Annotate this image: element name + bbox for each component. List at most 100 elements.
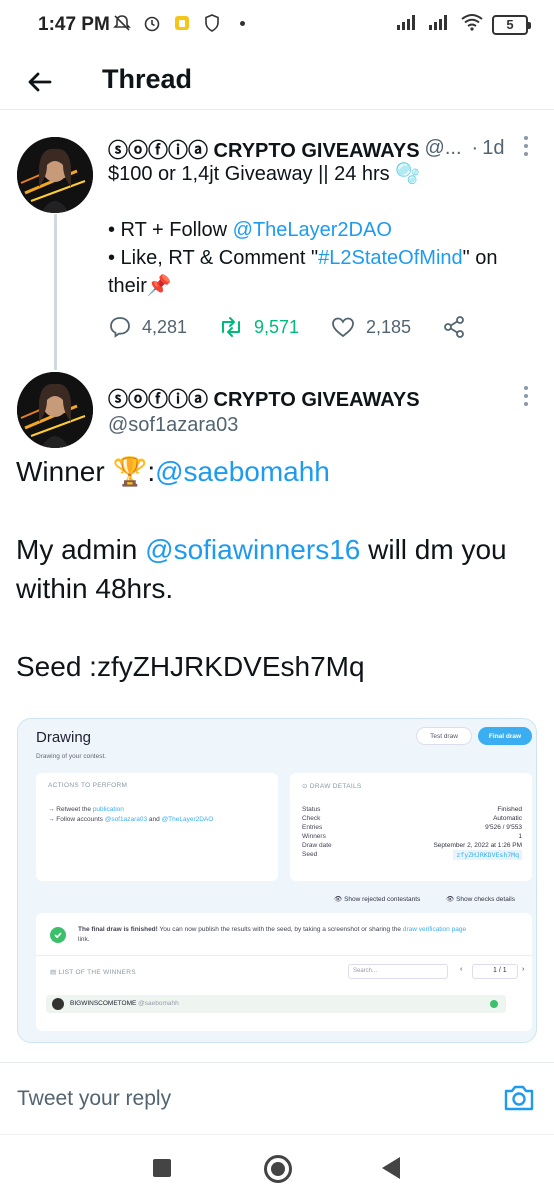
detail-value: 9'526 / 9'553 — [485, 824, 522, 831]
winner-handle: @saebomahh — [138, 1000, 179, 1007]
admin-text: My admin — [16, 534, 146, 565]
hashtag-link[interactable]: #L2StateOfMind — [318, 247, 463, 269]
show-rejected-label: Show rejected contestants — [344, 896, 421, 903]
action2-link1: @sof1azara03 — [104, 816, 148, 823]
reply-count: 4,281 — [142, 316, 188, 337]
detail-value: 1 — [518, 833, 522, 840]
admin-mention-link[interactable]: @sofiawinners16 — [145, 534, 360, 565]
draw-details-card: ⊙ DRAW DETAILS Status Finished Check Aut… — [290, 773, 532, 881]
page-count: 1 / 1 — [493, 967, 507, 974]
prev-page-icon: ‹ — [460, 966, 463, 973]
like-count: 2,185 — [366, 316, 412, 337]
reply-bar: Tweet your reply — [0, 1062, 554, 1134]
home-button[interactable] — [264, 1155, 292, 1183]
back-arrow-icon[interactable] — [22, 64, 58, 100]
retweet-button[interactable]: 9,571 — [218, 315, 299, 339]
retweet-count: 9,571 — [254, 316, 300, 337]
winner-row: BIGWINSCOMETOME @saebomahh — [46, 995, 506, 1013]
reply-button[interactable]: 4,281 — [108, 315, 187, 339]
camera-icon[interactable] — [502, 1081, 538, 1117]
action1-link: publication — [92, 806, 124, 813]
tweet1-bullet1: • RT + Follow — [108, 219, 233, 241]
detail-value: September 2, 2022 at 1:26 PM — [433, 842, 522, 849]
more-options-icon[interactable] — [522, 136, 530, 156]
action2-mid: and — [147, 816, 162, 823]
tweet-actions: 4,281 9,571 2,185 — [108, 312, 488, 342]
tweet1-text: $100 or 1,4jt Giveaway || 24 hrs 🫧 • RT … — [108, 160, 538, 300]
tweet1-header: ⓢⓞⓕⓘⓐ CRYPTO GIVEAWAYS @... · 1d — [108, 134, 538, 163]
detail-key: Seed — [302, 851, 318, 858]
seed-value: zfyZHJRKDVEsh7Mq — [453, 850, 522, 860]
reply-input[interactable]: Tweet your reply — [17, 1087, 171, 1111]
details-header-label: DRAW DETAILS — [309, 783, 362, 790]
more-notifications-dot — [240, 20, 245, 26]
tweet2-text: Winner 🏆:@saebomahh My admin @sofiawinne… — [16, 452, 536, 686]
drawing-subtitle: Drawing of your contest. — [36, 753, 107, 760]
status-time: 1:47 PM — [38, 14, 110, 35]
detail-key: Status — [302, 806, 321, 813]
check-circle-icon — [50, 927, 66, 943]
tweet1-bullet2-suffix: " on — [462, 247, 498, 269]
winner-avatar — [52, 998, 64, 1010]
final-msg: You can now publish the results with the… — [157, 926, 403, 933]
attached-image[interactable]: Drawing Drawing of your contest. Test dr… — [17, 718, 537, 1043]
recent-apps-button[interactable] — [153, 1159, 171, 1177]
share-button[interactable] — [442, 315, 466, 339]
actions-card: ACTIONS TO PERFORM → Retweet the publica… — [36, 773, 278, 881]
show-rejected-option: 👁 Show rejected contestants — [334, 896, 421, 903]
winner-mention-link[interactable]: @saebomahh — [155, 456, 330, 487]
divider — [36, 955, 532, 956]
battery-icon: 5 — [492, 14, 531, 35]
mute-icon — [112, 13, 132, 33]
thread-header: Thread — [0, 52, 554, 110]
tweet1-line1: $100 or 1,4jt Giveaway || 24 hrs 🫧 — [108, 163, 421, 185]
final-msg-end: link. — [78, 936, 90, 943]
final-draw-button: Final draw — [478, 727, 532, 745]
status-bar: 1:47 PM 5 — [0, 0, 554, 52]
detail-key: Entries — [302, 824, 323, 831]
retweet-icon — [222, 317, 240, 337]
page-indicator: 1 / 1 — [472, 964, 518, 979]
wifi-icon — [460, 13, 484, 36]
test-draw-button: Test draw — [416, 727, 472, 745]
shield-icon — [202, 13, 222, 33]
show-checks-option: 👁 Show checks details — [446, 896, 515, 903]
share-icon — [444, 316, 464, 338]
heart-icon — [332, 317, 354, 338]
page-title: Thread — [102, 64, 193, 94]
signal-icon — [396, 13, 420, 36]
mention-link[interactable]: @TheLayer2DAO — [233, 219, 392, 241]
winner-name: BIGWINSCOMETOME — [70, 1000, 137, 1007]
detail-key: Draw date — [302, 842, 332, 849]
winners-header: ▤ LIST OF THE WINNERS — [50, 969, 136, 976]
winners-header-label: LIST OF THE WINNERS — [58, 969, 136, 976]
tweet1-bullet2: • Like, RT & Comment " — [108, 247, 319, 269]
tweet-time[interactable]: 1d — [482, 137, 504, 160]
author-name[interactable]: ⓢⓞⓕⓘⓐ CRYPTO GIVEAWAYS — [108, 134, 420, 163]
author-handle[interactable]: @sof1azara03 — [108, 414, 238, 437]
detail-value: Finished — [497, 806, 522, 813]
action2-text: → Follow accounts — [48, 816, 105, 823]
like-button[interactable]: 2,185 — [330, 315, 411, 339]
tweet1-line-last: their📌 — [108, 275, 172, 297]
system-back-button[interactable] — [382, 1157, 400, 1179]
detail-value: Automatic — [493, 815, 522, 822]
avatar[interactable] — [17, 372, 93, 448]
actions-header: ACTIONS TO PERFORM — [48, 782, 128, 789]
reply-icon — [110, 317, 130, 338]
alarm-icon — [142, 13, 162, 33]
winner-label: Winner 🏆: — [16, 456, 156, 487]
action1-text: → Retweet the — [48, 806, 93, 813]
more-options-icon[interactable] — [522, 386, 530, 406]
app-notification-icon — [172, 13, 192, 33]
detail-key: Winners — [302, 833, 326, 840]
verification-link: draw verification page — [402, 926, 467, 933]
avatar[interactable] — [17, 137, 93, 213]
author-handle[interactable]: @... — [425, 137, 462, 160]
next-page-icon: › — [522, 966, 525, 973]
verified-check-icon — [490, 1000, 498, 1008]
thread-connector — [54, 214, 57, 370]
winners-search-input: Search... — [348, 964, 448, 979]
separator-dot: · — [471, 137, 479, 159]
author-name[interactable]: ⓢⓞⓕⓘⓐ CRYPTO GIVEAWAYS — [108, 383, 420, 412]
